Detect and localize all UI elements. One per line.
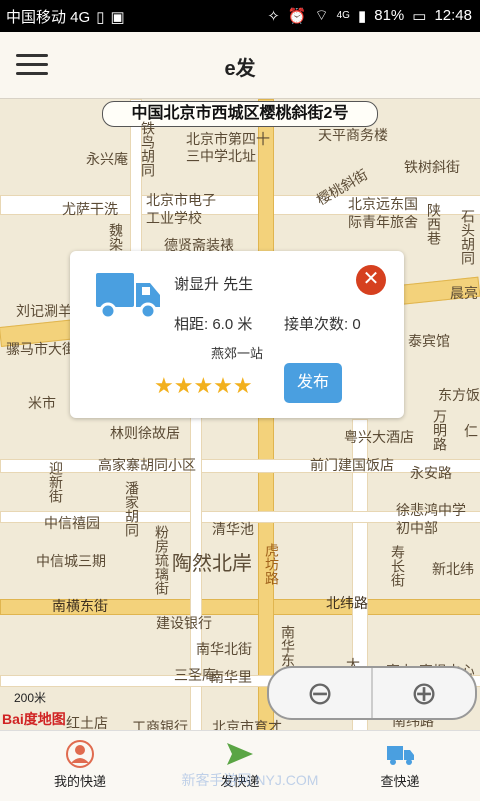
map-label: 尤萨干洗 — [62, 201, 118, 217]
sim-icon: ▯ — [96, 8, 105, 26]
order-count: 接单次数: 0 — [284, 316, 361, 333]
map-label: 潘家胡同 — [124, 481, 140, 537]
map-label: 北京市电子工业学校 — [146, 192, 216, 226]
watermark: 新客手游网 NYJ.COM — [181, 772, 319, 788]
station-label: 燕郊一站 — [210, 346, 263, 361]
zoom-out-icon[interactable]: ⊖ — [269, 668, 371, 718]
publish-button[interactable]: 发布 — [284, 363, 342, 403]
map-label: 北京远东国际青年旅舍 — [348, 196, 418, 230]
map-label: 前门建国饭店 — [310, 457, 394, 473]
map-label: 林则徐故居 — [110, 425, 180, 441]
map-label: 建设银行 — [156, 615, 212, 631]
tab-send-express[interactable]: 发快递 — [160, 731, 320, 801]
map-label: 天平商务楼 — [318, 127, 388, 143]
map-label: 北纬路 — [326, 595, 368, 611]
clock: 12:48 — [434, 7, 472, 24]
map-label: 新北纬 — [432, 561, 474, 577]
map-label: 骡马市大街 — [6, 341, 76, 357]
map-label: 南华里 — [210, 669, 252, 685]
map-label: 工商银行 — [132, 719, 188, 730]
map-label: 南横东街 — [52, 598, 108, 614]
app-bar: e发 — [0, 32, 480, 99]
battery-percent: 81% — [374, 7, 405, 24]
map-label: 迎新街 — [48, 461, 64, 503]
zoom-control: ⊖ ⊕ — [267, 666, 477, 720]
zoom-in-icon[interactable]: ⊕ — [373, 668, 475, 718]
map-label: 泰宾馆 — [408, 333, 450, 349]
map-label: 永兴庵 — [86, 151, 128, 167]
map-label: 铁鸟胡同 — [140, 121, 156, 177]
map-label: 南华东 — [280, 625, 296, 667]
scale-bar: 200米 — [14, 691, 47, 705]
star-rating: ★★★★★ — [154, 373, 253, 398]
map-label: 红土店 — [66, 715, 108, 730]
map-label: 徐悲鸿中学初中部 — [396, 502, 466, 536]
map-label: 永安路 — [410, 465, 452, 481]
map-label: 寿长街 — [390, 545, 406, 587]
map-label: 陶然北岸 — [172, 553, 252, 575]
map-label: 中信禧园 — [44, 515, 100, 531]
map-label: 高家寨胡同小区 — [98, 457, 196, 473]
map-label: 北京市育才 — [212, 719, 282, 730]
truck-icon — [387, 746, 414, 765]
map-label: 万明路 — [432, 409, 448, 451]
map-label: 米市 — [28, 395, 56, 411]
nfc-icon: ✧ — [267, 7, 280, 25]
battery-icon: ▭ — [412, 7, 427, 25]
map-label: 晨亮 — [450, 285, 478, 301]
wifi-icon: ⌔ — [314, 7, 329, 24]
status-bar: 中国移动 4G ▯ ▣ ✧ ⏰ ⌔ 4G ▮ 81% ▭ 12:48 — [0, 0, 480, 32]
bottom-tab-bar: 我的快递 发快递 查快递 — [0, 730, 480, 801]
courier-card: 谢显升 先生 ✕ 相距: 6.0 米 接单次数: 0 燕郊一站 ★★★★★ 发布 — [70, 251, 404, 418]
map-label: 石头胡同 — [460, 209, 476, 265]
truck-icon — [96, 273, 160, 320]
map-label: 粉房琉璃街 — [154, 525, 170, 595]
map-view[interactable]: 中国北京市西城区樱桃斜街2号 铁鸟胡同 北京市第四十三中学北址 天平商务楼 永兴… — [0, 99, 480, 730]
distance-label: 相距: 6.0 米 — [174, 316, 253, 333]
map-label: 东方饭 — [438, 387, 480, 403]
image-icon: ▣ — [110, 8, 125, 26]
map-label: 铁树斜街 — [404, 159, 460, 175]
alarm-icon: ⏰ — [287, 7, 307, 25]
road — [0, 459, 480, 473]
close-icon[interactable]: ✕ — [356, 265, 386, 295]
tab-track-express[interactable]: 查快递 — [320, 731, 480, 801]
map-label: 粤兴大酒店 — [344, 429, 414, 445]
map-label: 陕西巷 — [426, 203, 442, 245]
baidu-logo: Bai度地图 — [2, 711, 66, 727]
courier-name: 谢显升 先生 — [174, 276, 254, 293]
send-icon — [227, 743, 253, 765]
map-label: 中信城三期 — [36, 553, 106, 569]
map-label: 清华池 — [212, 521, 254, 537]
user-icon — [66, 740, 94, 768]
tab-my-express[interactable]: 我的快递 — [0, 731, 160, 801]
map-label: 刘记涮羊 — [16, 303, 72, 319]
carrier-label: 中国移动 4G — [6, 9, 91, 26]
signal-icon: ▮ — [357, 7, 367, 25]
map-label: 南华北街 — [196, 641, 252, 657]
signal-label: 4G — [336, 10, 350, 21]
map-label: 虎坊路 — [264, 543, 280, 585]
map-label: 北京市第四十三中学北址 — [186, 131, 270, 164]
page-title: e发 — [224, 58, 256, 80]
map-label: 仁 — [464, 423, 478, 439]
